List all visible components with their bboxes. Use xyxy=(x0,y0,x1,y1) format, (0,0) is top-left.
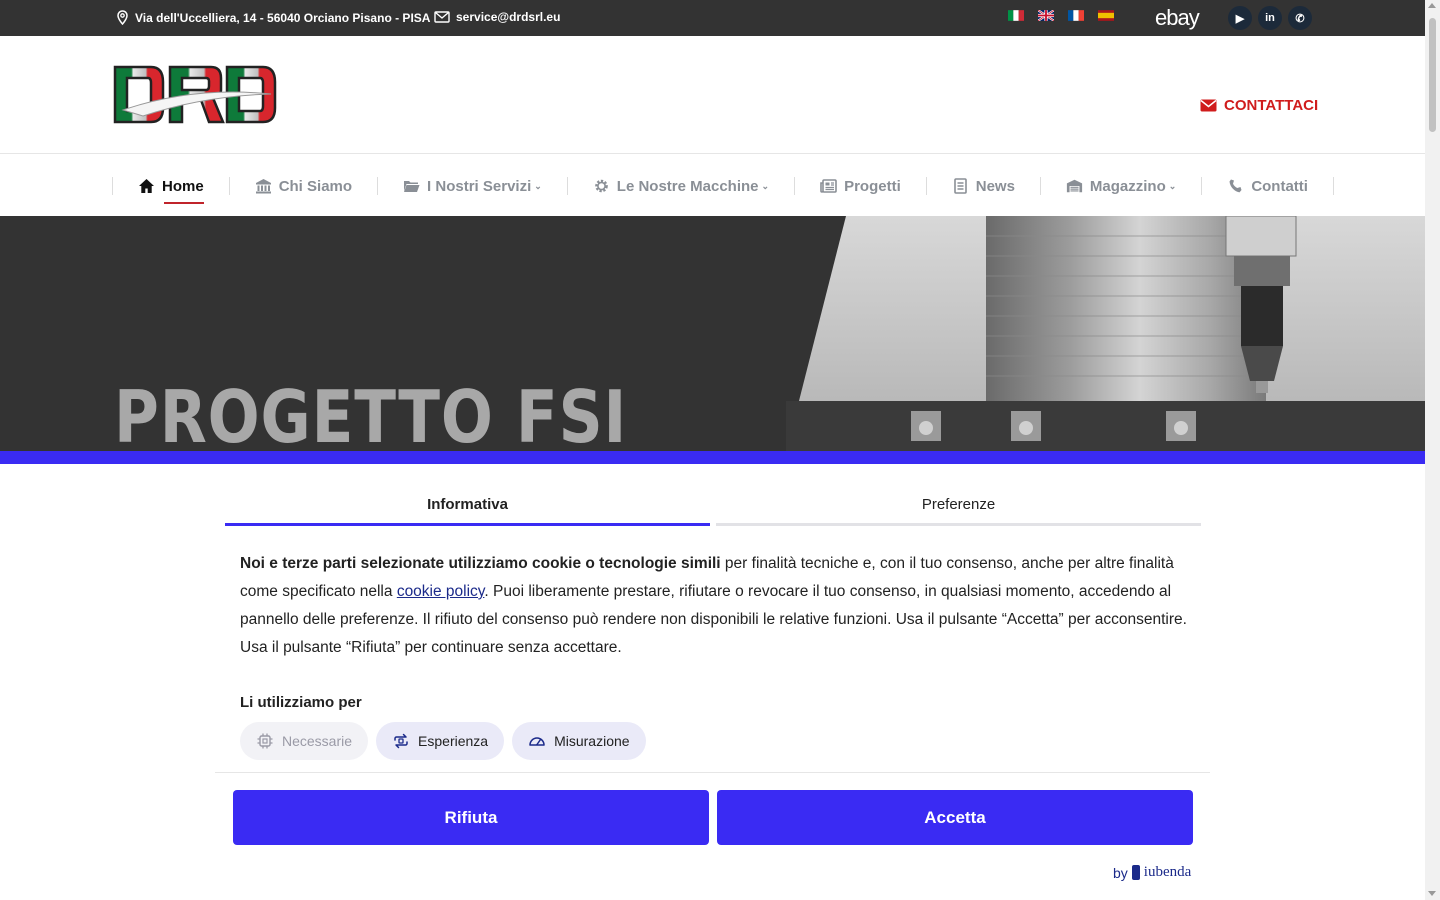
address: Via dell'Uccelliera, 14 - 56040 Orciano … xyxy=(116,10,430,25)
scroll-up-arrow[interactable] xyxy=(1428,3,1436,8)
by-label: by xyxy=(1113,864,1128,881)
iubenda-credit[interactable]: by iubenda xyxy=(1113,864,1191,881)
chip-icon xyxy=(257,733,273,749)
nav-item-label: Le Nostre Macchine xyxy=(616,177,759,195)
accept-button[interactable]: Accetta xyxy=(717,790,1193,845)
nav-item-contatti[interactable]: Contatti xyxy=(1202,175,1333,197)
chip-misurazione[interactable]: Misurazione xyxy=(512,722,646,760)
nav-item-progetti[interactable]: Progetti xyxy=(795,175,926,197)
chip-label: Misurazione xyxy=(554,733,630,749)
scrollbar-thumb[interactable] xyxy=(1429,18,1436,132)
tab-preferenze[interactable]: Preferenze xyxy=(716,488,1201,526)
reject-button[interactable]: Rifiuta xyxy=(233,790,709,845)
cookie-tabs: Informativa Preferenze xyxy=(225,488,1201,526)
nav-item-label: Home xyxy=(162,177,204,195)
hero-banner: PROGETTO FSI xyxy=(0,216,1425,452)
tab-informativa[interactable]: Informativa xyxy=(225,488,710,526)
linkedin-icon[interactable]: in xyxy=(1258,6,1282,30)
whatsapp-icon[interactable]: ✆ xyxy=(1288,6,1312,30)
nav-separator xyxy=(1332,177,1334,195)
phone-icon xyxy=(1229,179,1242,193)
ebay-logo[interactable]: ebay xyxy=(1155,5,1200,31)
purpose-chips: Necessarie Esperienza Misurazione xyxy=(240,722,646,760)
bank-icon xyxy=(255,179,271,194)
social-links: ▶ in ✆ xyxy=(1228,6,1312,30)
nav-item-label: I Nostri Servizi xyxy=(427,177,532,195)
chevron-down-icon: ⌄ xyxy=(761,180,770,191)
hero-title: PROGETTO FSI xyxy=(114,375,628,452)
youtube-icon[interactable]: ▶ xyxy=(1228,6,1252,30)
repeat-icon xyxy=(394,733,408,749)
gear-icon xyxy=(594,179,608,193)
cookie-banner: Informativa Preferenze Noi e terze parti… xyxy=(0,451,1425,900)
chip-label: Necessarie xyxy=(282,733,353,749)
nav-item-macchine[interactable]: Le Nostre Macchine ⌄ xyxy=(568,175,794,197)
email-link[interactable]: service@drdsrl.eu xyxy=(434,10,560,24)
iubenda-brand: iubenda xyxy=(1143,864,1192,880)
newspaper-icon xyxy=(820,179,837,193)
nav-item-magazzino[interactable]: Magazzino ⌄ xyxy=(1041,175,1201,197)
flag-uk-icon[interactable] xyxy=(1038,10,1054,21)
page: Via dell'Uccelliera, 14 - 56040 Orciano … xyxy=(0,0,1440,900)
nav-item-chi-siamo[interactable]: Chi Siamo xyxy=(230,175,377,197)
gauge-icon xyxy=(529,737,545,746)
envelope-icon xyxy=(434,11,450,23)
chip-label: Esperienza xyxy=(418,733,489,749)
cookie-policy-link[interactable]: cookie policy xyxy=(397,583,485,600)
active-underline xyxy=(164,202,204,204)
envelope-icon xyxy=(1200,99,1217,112)
hero-machine-image xyxy=(786,216,1425,452)
main-nav: Home Chi Siamo I Nostri Servizi ⌄ Le Nos… xyxy=(0,155,1425,216)
home-icon xyxy=(139,179,154,193)
email-text: service@drdsrl.eu xyxy=(456,10,561,24)
divider xyxy=(215,772,1210,773)
nav-item-label: Contatti xyxy=(1251,177,1308,195)
cookie-notice-text: Noi e terze parti selezionate utilizziam… xyxy=(240,550,1200,662)
contact-cta-button[interactable]: CONTATTACI xyxy=(1200,97,1318,114)
warehouse-icon xyxy=(1066,179,1083,193)
nav-item-label: Chi Siamo xyxy=(278,177,353,195)
chip-necessarie: Necessarie xyxy=(240,722,369,760)
chip-esperienza[interactable]: Esperienza xyxy=(376,722,505,760)
chevron-down-icon: ⌄ xyxy=(534,180,542,191)
site-header: CONTATTACI xyxy=(0,36,1425,154)
flag-fr-icon[interactable] xyxy=(1068,10,1084,21)
iubenda-icon xyxy=(1131,865,1140,880)
contact-cta-label: CONTATTACI xyxy=(1224,97,1319,114)
cookie-notice-bold: Noi e terze parti selezionate utilizziam… xyxy=(240,555,721,572)
address-text: Via dell'Uccelliera, 14 - 56040 Orciano … xyxy=(135,10,431,25)
location-pin-icon xyxy=(117,10,128,25)
document-icon xyxy=(953,178,967,194)
nav-item-news[interactable]: News xyxy=(927,175,1040,197)
top-bar: Via dell'Uccelliera, 14 - 56040 Orciano … xyxy=(0,0,1425,36)
scroll-down-arrow[interactable] xyxy=(1428,891,1436,896)
nav-item-servizi[interactable]: I Nostri Servizi ⌄ xyxy=(378,175,567,197)
nav-item-label: Magazzino xyxy=(1089,177,1166,195)
purposes-label: Li utilizziamo per xyxy=(240,694,362,711)
scrollbar[interactable] xyxy=(1425,0,1440,900)
drd-logo[interactable] xyxy=(113,64,277,126)
nav-item-label: News xyxy=(975,177,1015,195)
flag-it-icon[interactable] xyxy=(1008,10,1024,21)
chevron-down-icon: ⌄ xyxy=(1168,180,1177,191)
language-flags xyxy=(1008,10,1114,21)
flag-es-icon[interactable] xyxy=(1098,10,1114,21)
folder-icon xyxy=(404,181,420,192)
nav-item-home[interactable]: Home xyxy=(113,175,229,204)
nav-item-label: Progetti xyxy=(844,177,901,195)
